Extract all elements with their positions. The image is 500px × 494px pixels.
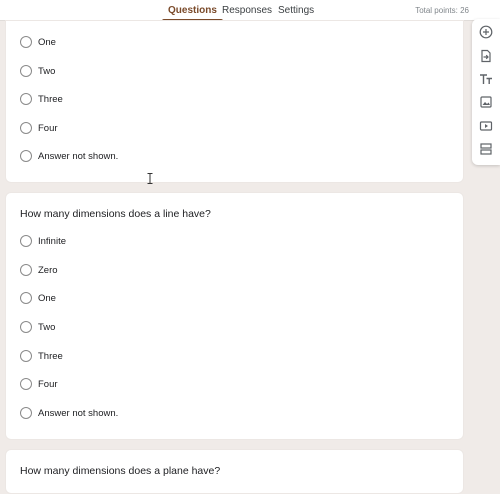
question-card: One Two Three Four Answer not shown.	[5, 20, 464, 183]
text-cursor-icon	[147, 173, 153, 184]
radio-button[interactable]	[20, 321, 32, 333]
radio-button[interactable]	[20, 378, 32, 390]
radio-button[interactable]	[20, 93, 32, 105]
add-section-icon[interactable]	[478, 141, 494, 157]
question-card: How many dimensions does a line have? In…	[5, 192, 464, 440]
option-item[interactable]: Answer not shown.	[20, 149, 118, 163]
option-item[interactable]: Zero	[20, 263, 58, 277]
radio-button[interactable]	[20, 292, 32, 304]
option-label: Answer not shown.	[38, 150, 119, 162]
tab-responses[interactable]: Responses	[222, 0, 272, 21]
question-title[interactable]: How many dimensions does a plane have?	[20, 465, 220, 477]
radio-button[interactable]	[20, 350, 32, 362]
radio-button[interactable]	[20, 264, 32, 276]
option-label: Answer not shown.	[38, 407, 119, 419]
option-label: Four	[38, 378, 58, 390]
tab-settings[interactable]: Settings	[278, 0, 314, 21]
add-video-icon[interactable]	[478, 118, 494, 134]
tab-questions[interactable]: Questions	[162, 0, 223, 21]
title-text-icon[interactable]	[478, 71, 494, 87]
option-label: One	[38, 292, 56, 304]
option-item[interactable]: One	[20, 35, 56, 49]
option-item[interactable]: One	[20, 291, 56, 305]
option-item[interactable]: Four	[20, 121, 58, 135]
option-label: Two	[38, 65, 56, 77]
total-points: Total points: 26	[415, 6, 469, 15]
question-title[interactable]: How many dimensions does a line have?	[20, 208, 211, 220]
add-question-icon[interactable]	[478, 24, 494, 40]
floating-toolbar	[472, 19, 500, 165]
option-label: Two	[38, 321, 56, 333]
option-label: One	[38, 36, 56, 48]
option-item[interactable]: Infinite	[20, 234, 66, 248]
radio-button[interactable]	[20, 407, 32, 419]
option-item[interactable]: Three	[20, 349, 63, 363]
option-item[interactable]: Two	[20, 64, 55, 78]
top-tab-bar: Questions Responses Settings Total point…	[0, 0, 500, 21]
radio-button[interactable]	[20, 122, 32, 134]
radio-button[interactable]	[20, 36, 32, 48]
import-questions-icon[interactable]	[478, 48, 494, 64]
option-item[interactable]: Four	[20, 377, 58, 391]
radio-button[interactable]	[20, 65, 32, 77]
option-label: Three	[38, 350, 63, 362]
option-item[interactable]: Answer not shown.	[20, 406, 118, 420]
radio-button[interactable]	[20, 235, 32, 247]
question-card: How many dimensions does a plane have?	[5, 449, 464, 494]
option-item[interactable]: Two	[20, 320, 55, 334]
option-label: Zero	[38, 264, 58, 276]
add-image-icon[interactable]	[478, 94, 494, 110]
option-label: Four	[38, 122, 58, 134]
option-label: Three	[38, 93, 63, 105]
option-label: Infinite	[38, 235, 66, 247]
radio-button[interactable]	[20, 150, 32, 162]
option-item[interactable]: Three	[20, 92, 63, 106]
